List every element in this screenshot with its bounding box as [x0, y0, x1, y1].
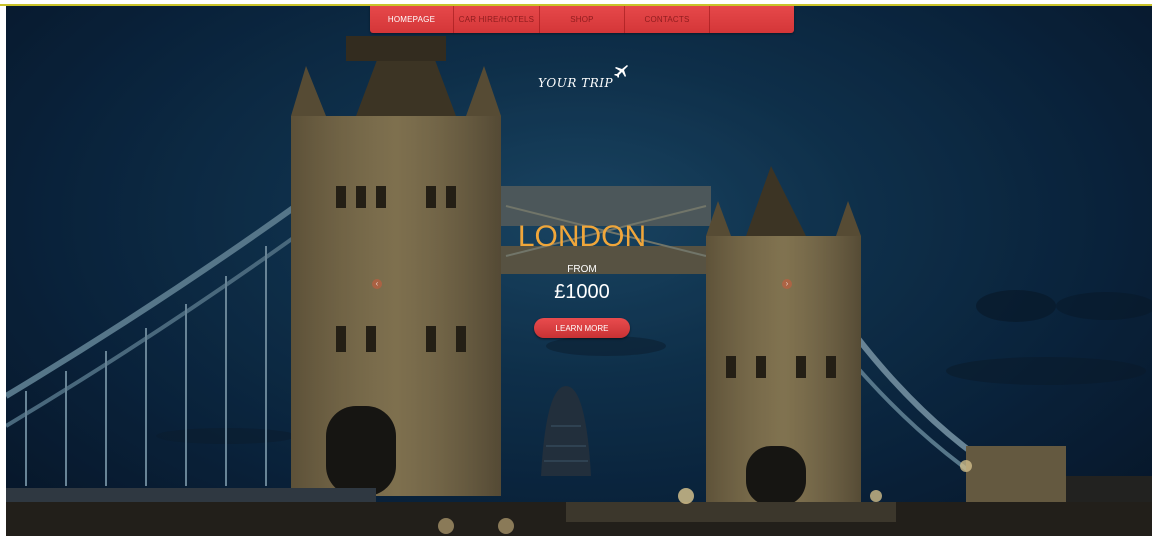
- chevron-left-icon[interactable]: ‹: [372, 279, 382, 289]
- promo-city: LONDON: [517, 220, 647, 253]
- chevron-right-icon[interactable]: ›: [782, 279, 792, 289]
- learn-more-button[interactable]: LEARN MORE: [534, 318, 630, 338]
- nav-item-contacts[interactable]: CONTACTS: [625, 6, 710, 33]
- main-nav: HOMEPAGE CAR HIRE/HOTELS SHOP CONTACTS: [370, 6, 794, 33]
- nav-item-car-hire-hotels[interactable]: CAR HIRE/HOTELS: [454, 6, 540, 33]
- hero-frame: HOMEPAGE CAR HIRE/HOTELS SHOP CONTACTS Y…: [6, 6, 1152, 536]
- nav-item-shop[interactable]: SHOP: [540, 6, 625, 33]
- airplane-icon: [614, 65, 628, 78]
- nav-item-homepage[interactable]: HOMEPAGE: [370, 6, 454, 33]
- promo-price: £1000: [554, 281, 610, 303]
- nav-item-empty[interactable]: [710, 6, 794, 33]
- logo-text: YOUR TRIP: [538, 76, 614, 90]
- promo-from-label: FROM: [567, 264, 597, 275]
- site-logo[interactable]: YOUR TRIP: [538, 64, 638, 96]
